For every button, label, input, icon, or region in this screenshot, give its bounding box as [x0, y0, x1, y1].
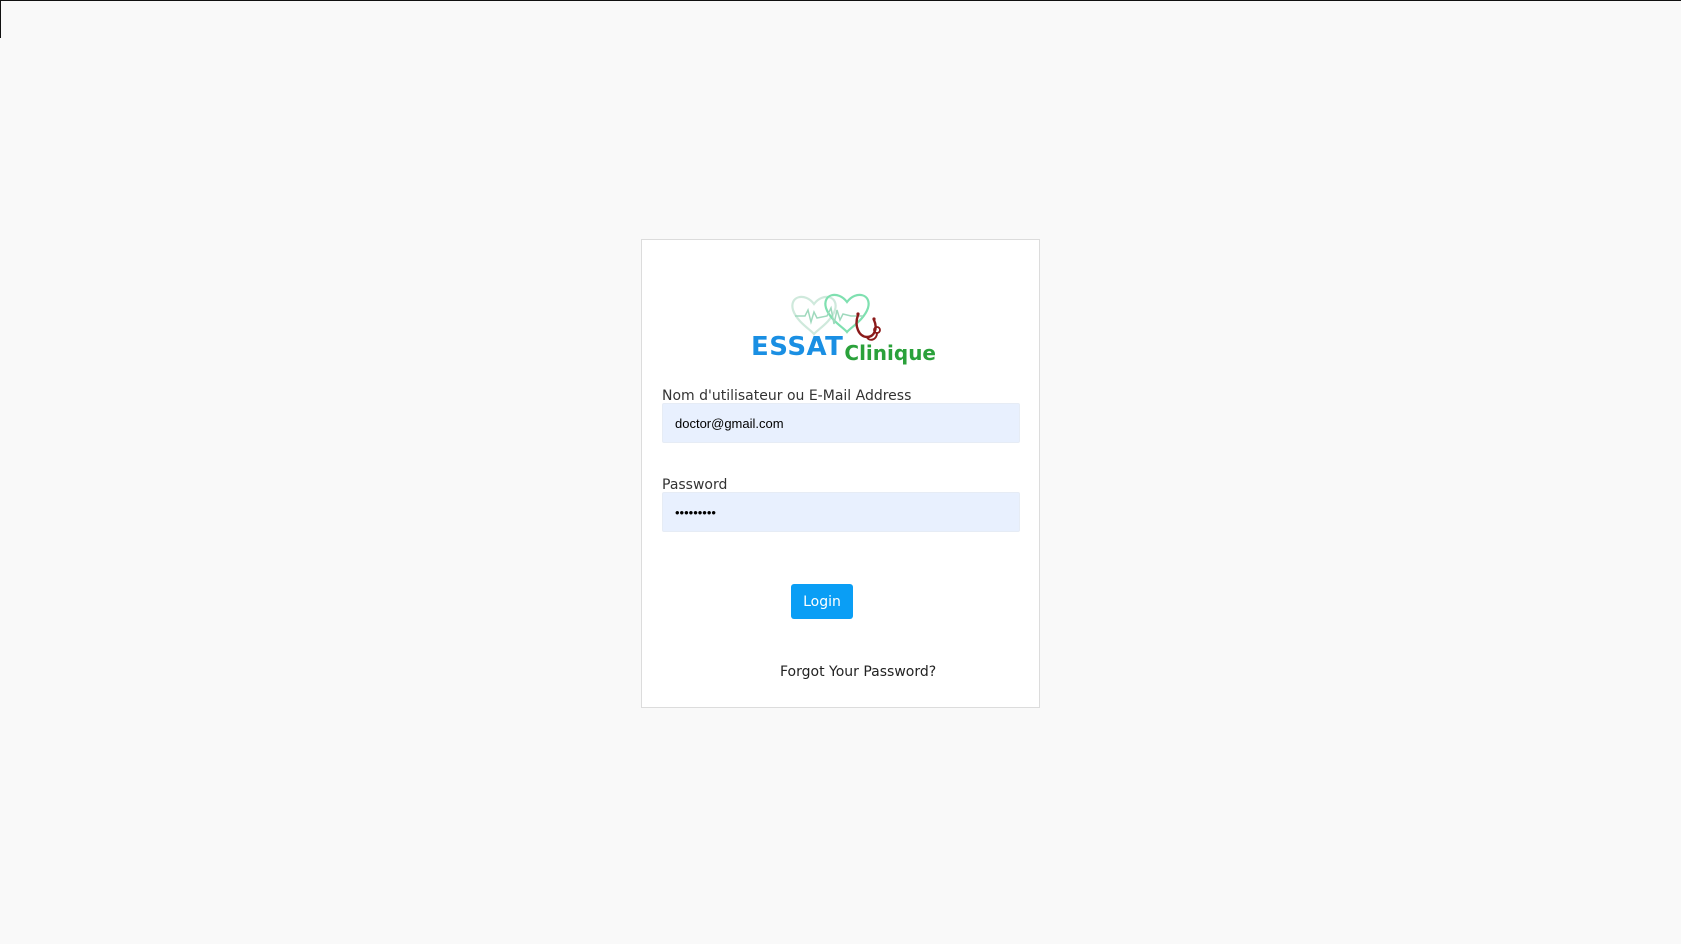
forgot-password-link[interactable]: Forgot Your Password?: [780, 664, 936, 680]
password-label: Password: [662, 477, 728, 493]
username-label: Nom d'utilisateur ou E-Mail Address: [662, 388, 912, 404]
brand-logo: ESSATClinique: [751, 282, 936, 374]
login-button[interactable]: Login: [791, 584, 853, 619]
brand-name-essat: ESSAT: [751, 332, 844, 362]
brand-name-clinique: Clinique: [844, 341, 936, 365]
window-left-border: [0, 0, 1, 38]
brand-wordmark: ESSATClinique: [751, 332, 936, 363]
password-input[interactable]: [662, 492, 1020, 532]
login-page: ESSATClinique Nom d'utilisateur ou E-Mai…: [0, 0, 1681, 944]
login-card: ESSATClinique Nom d'utilisateur ou E-Mai…: [641, 239, 1040, 708]
username-input[interactable]: [662, 403, 1020, 443]
window-top-border: [0, 0, 1681, 1]
